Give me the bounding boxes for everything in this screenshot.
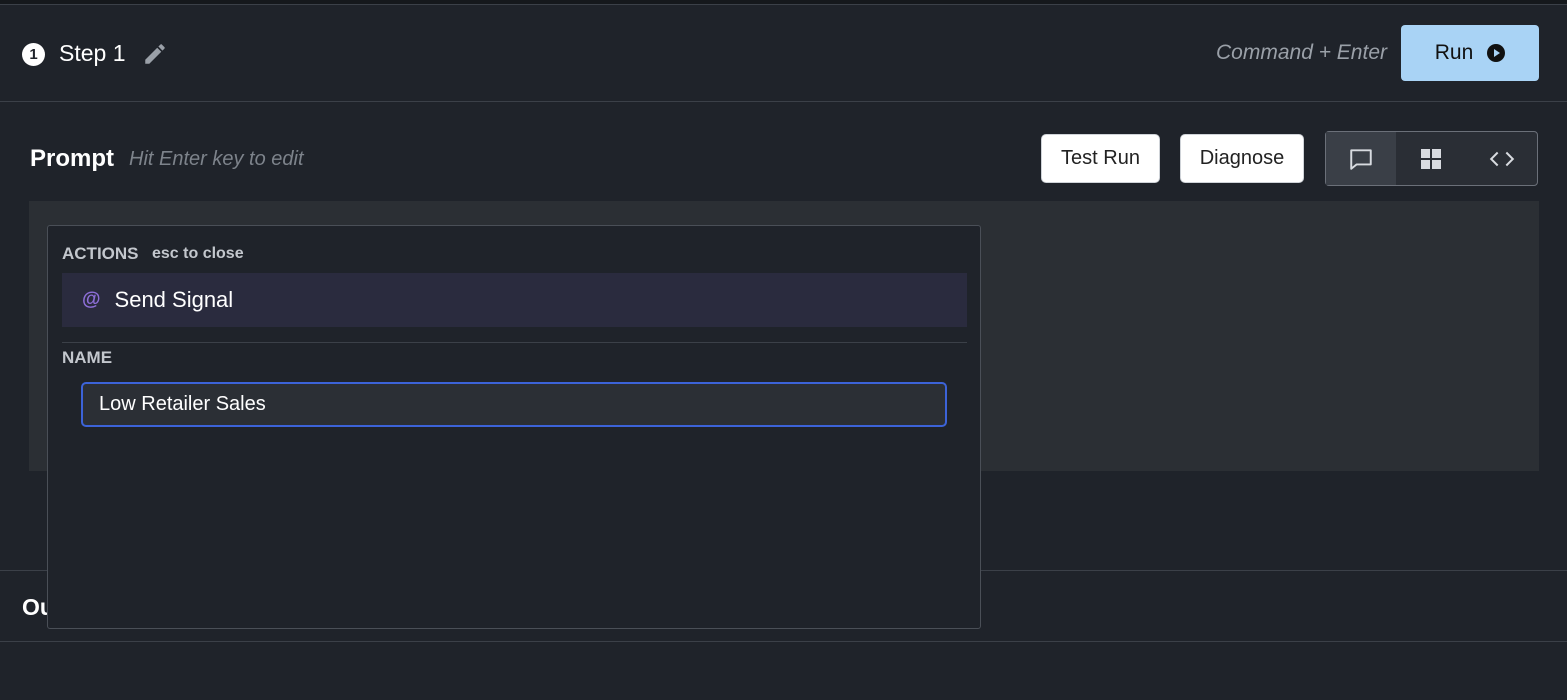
prompt-label: Prompt [30,145,114,172]
actions-popup: ACTIONS esc to close @ Send Signal NAME [47,225,981,629]
run-button-label: Run [1434,41,1474,64]
prompt-hint: Hit Enter key to edit [129,148,304,170]
play-icon [1487,44,1506,62]
actions-heading: ACTIONS [62,244,139,263]
esc-hint: esc to close [152,245,244,262]
code-icon [1489,151,1515,166]
send-signal-action[interactable]: @ Send Signal [62,273,967,327]
chat-bubble-icon [1350,148,1372,170]
at-icon: @ [82,289,101,310]
run-shortcut-hint: Command + Enter [1216,41,1387,64]
popup-divider [62,342,967,343]
pencil-icon[interactable] [142,41,168,67]
diagnose-button[interactable]: Diagnose [1181,135,1303,182]
action-label: Send Signal [114,287,234,312]
signal-name-input[interactable] [81,382,947,427]
run-button[interactable]: Run [1401,25,1539,81]
bottom-divider [0,641,1567,642]
view-mode-toggle [1325,131,1538,186]
code-view-button[interactable] [1467,132,1537,185]
test-run-button[interactable]: Test Run [1042,135,1159,182]
step-title: Step 1 [59,40,126,66]
step-header: 1 Step 1 Command + Enter Run [0,5,1567,102]
step-number-badge: 1 [22,43,45,66]
grid-icon [1421,148,1442,169]
name-label: NAME [62,348,113,367]
chat-view-button[interactable] [1326,132,1397,185]
grid-view-button[interactable] [1396,132,1466,185]
